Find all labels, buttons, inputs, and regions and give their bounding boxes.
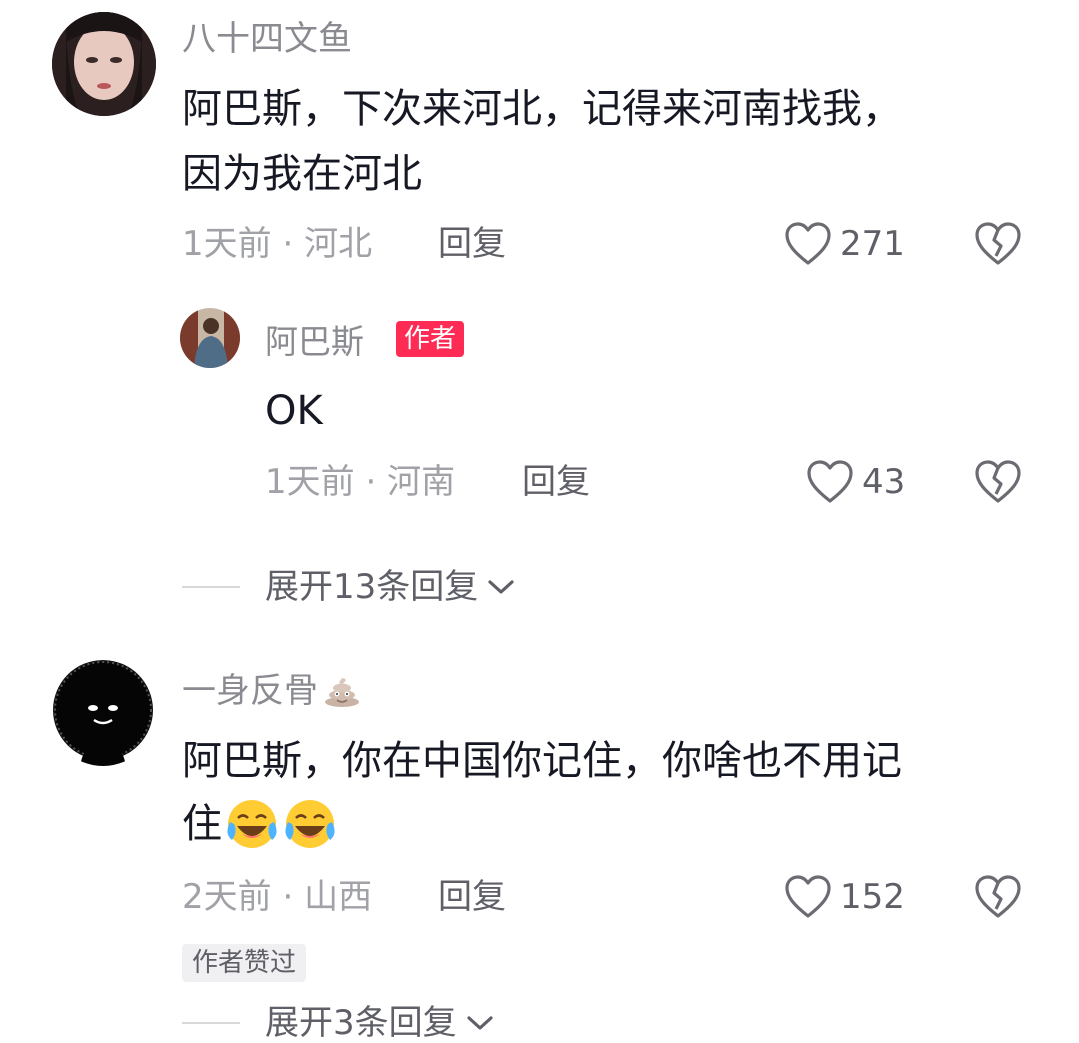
reply-location: 河南: [387, 462, 456, 502]
comment-location: 河北: [304, 224, 373, 264]
broken-heart-icon: [975, 460, 1021, 503]
reply-button[interactable]: 回复: [438, 880, 506, 914]
comment-text: 住: [182, 801, 222, 847]
like-button[interactable]: 152: [784, 875, 905, 919]
crying-laughing-emoji: [285, 800, 335, 848]
heart-icon: [785, 222, 831, 265]
author-badge: 作者: [396, 321, 465, 357]
avatar-image: [50, 660, 156, 766]
like-count: 152: [840, 877, 905, 917]
comment-text: 阿巴斯，你在中国你记住，你啥也不用记: [182, 738, 902, 784]
avatar-image: [180, 308, 240, 368]
avatar-image: [52, 12, 156, 116]
comment-username[interactable]: 八十四文鱼: [182, 22, 352, 56]
avatar[interactable]: [50, 660, 156, 766]
comment-username[interactable]: 一身反骨: [182, 674, 362, 708]
expand-divider: [182, 1022, 240, 1024]
comment-meta: 2天前 · 山西: [182, 880, 372, 914]
chevron-down-icon: [467, 1016, 493, 1030]
comment-location: 山西: [304, 877, 373, 917]
comment-text: 阿巴斯，下次来河北，记得来河南找我，: [182, 86, 902, 132]
like-button[interactable]: 43: [806, 460, 905, 504]
comment-time: 1天前: [182, 224, 272, 264]
reply-time: 1天前: [265, 462, 355, 502]
comment-text-line2: 住: [182, 793, 338, 855]
reply-meta: 1天前 · 河南: [265, 465, 455, 499]
comment-meta: 1天前 · 河北: [182, 227, 372, 261]
avatar[interactable]: [180, 308, 240, 368]
broken-heart-icon: [975, 875, 1021, 918]
expand-replies-label: 展开3条回复: [265, 1003, 457, 1043]
expand-replies-button[interactable]: 展开3条回复: [265, 1006, 495, 1040]
dislike-button[interactable]: [974, 460, 1022, 508]
dislike-button[interactable]: [974, 222, 1022, 270]
heart-icon: [807, 460, 853, 503]
reply-button[interactable]: 回复: [438, 227, 506, 261]
avatar[interactable]: [52, 12, 156, 116]
reply-text: OK: [265, 388, 323, 434]
like-count: 43: [862, 462, 906, 502]
expand-replies-label: 展开13条回复: [265, 567, 479, 607]
like-count: 271: [840, 224, 905, 264]
meta-separator: ·: [282, 877, 294, 917]
dislike-button[interactable]: [974, 875, 1022, 923]
comment-text: 因为我在河北: [182, 151, 422, 197]
meta-separator: ·: [282, 224, 294, 264]
chevron-down-icon: [488, 580, 514, 594]
crying-laughing-emoji: [227, 800, 277, 848]
heart-icon: [785, 875, 831, 918]
poop-emoji: [325, 678, 359, 707]
like-button[interactable]: 271: [784, 222, 905, 266]
comment-time: 2天前: [182, 877, 272, 917]
broken-heart-icon: [975, 222, 1021, 265]
meta-separator: ·: [365, 462, 377, 502]
reply-button[interactable]: 回复: [522, 465, 590, 499]
author-liked-chip: 作者赞过: [182, 944, 307, 982]
comment-username-text: 一身反骨: [182, 671, 318, 711]
reply-username[interactable]: 阿巴斯: [265, 325, 364, 358]
expand-divider: [182, 586, 240, 588]
expand-replies-button[interactable]: 展开13条回复: [265, 570, 516, 604]
